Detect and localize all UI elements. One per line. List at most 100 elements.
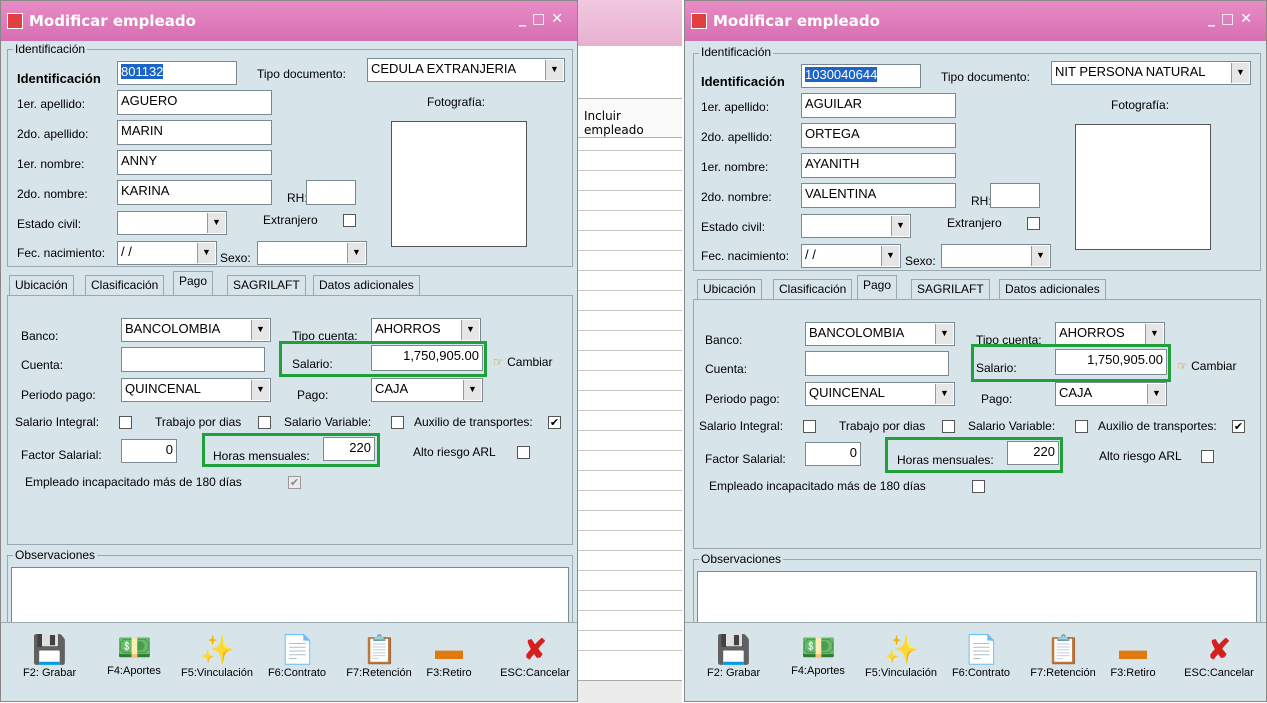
list-row[interactable]: [578, 370, 682, 371]
nombre1-field[interactable]: AYANITH: [801, 153, 956, 178]
window-controls[interactable]: _□✕: [1208, 11, 1258, 27]
photo-frame[interactable]: [1075, 124, 1211, 250]
list-row[interactable]: [578, 190, 682, 191]
fec-nac-field[interactable]: / / ▼: [117, 241, 217, 265]
sexo-select[interactable]: ▼: [257, 241, 367, 265]
list-row[interactable]: [578, 310, 682, 311]
list-row[interactable]: [578, 450, 682, 451]
list-row[interactable]: [578, 210, 682, 211]
list-row[interactable]: [578, 230, 682, 231]
retencion-button[interactable]: 📋 F7:Retención: [1027, 633, 1099, 679]
factor-field[interactable]: 0: [121, 439, 177, 463]
list-row[interactable]: [578, 650, 682, 651]
list-row[interactable]: [578, 550, 682, 551]
list-row[interactable]: [578, 590, 682, 591]
contrato-button[interactable]: 📄 F6:Contrato: [267, 633, 327, 679]
chevron-down-icon[interactable]: ▼: [347, 243, 365, 263]
cancelar-button[interactable]: ✘ ESC:Cancelar: [1179, 633, 1259, 679]
incapacitado-checkbox[interactable]: [972, 480, 985, 493]
pago-select[interactable]: CAJA ▼: [371, 378, 483, 402]
list-row[interactable]: [578, 270, 682, 271]
nombre2-field[interactable]: VALENTINA: [801, 183, 956, 208]
tab-datos-adicionales[interactable]: Datos adicionales: [999, 279, 1106, 299]
grabar-button[interactable]: 💾 F2: Grabar: [23, 633, 76, 679]
banco-select[interactable]: BANCOLOMBIA ▼: [805, 322, 955, 346]
list-row[interactable]: [578, 430, 682, 431]
title-bar[interactable]: Modificar empleado _□✕: [685, 1, 1266, 41]
observaciones-textarea[interactable]: [11, 567, 569, 625]
chevron-down-icon[interactable]: ▼: [463, 380, 481, 400]
sexo-select[interactable]: ▼: [941, 244, 1051, 268]
list-row[interactable]: [578, 510, 682, 511]
banco-select[interactable]: BANCOLOMBIA ▼: [121, 318, 271, 342]
tab-pago[interactable]: Pago: [173, 271, 214, 295]
list-row[interactable]: [578, 470, 682, 471]
list-row[interactable]: [578, 390, 682, 391]
chevron-down-icon[interactable]: ▼: [935, 324, 953, 344]
tipo-doc-select[interactable]: CEDULA EXTRANJERIA ▼: [367, 58, 565, 82]
list-row[interactable]: [578, 490, 682, 491]
retiro-button[interactable]: ▬ F3:Retiro: [1105, 633, 1161, 679]
cancelar-button[interactable]: ✘ ESC:Cancelar: [495, 633, 575, 679]
chevron-down-icon[interactable]: ▼: [251, 380, 269, 400]
fec-nac-field[interactable]: / / ▼: [801, 244, 901, 268]
chevron-down-icon[interactable]: ▼: [1145, 324, 1163, 344]
vinculacion-button[interactable]: ✨ F5:Vinculación: [177, 633, 257, 679]
photo-frame[interactable]: [391, 121, 527, 247]
rh-field[interactable]: [990, 183, 1040, 208]
factor-field[interactable]: 0: [805, 442, 861, 466]
tipo-cuenta-select[interactable]: AHORROS ▼: [1055, 322, 1165, 346]
id-field[interactable]: 1030040644: [801, 64, 921, 88]
chevron-down-icon[interactable]: ▼: [1147, 384, 1165, 404]
apellido2-field[interactable]: ORTEGA: [801, 123, 956, 148]
tab-pago[interactable]: Pago: [857, 275, 898, 299]
list-row[interactable]: [578, 610, 682, 611]
list-row[interactable]: [578, 530, 682, 531]
tipo-doc-select[interactable]: NIT PERSONA NATURAL ▼: [1051, 61, 1251, 85]
list-row[interactable]: [578, 410, 682, 411]
list-header[interactable]: Incluir empleado: [578, 98, 682, 138]
cambiar-button[interactable]: ☞ Cambiar: [493, 355, 552, 369]
chevron-down-icon[interactable]: ▼: [891, 216, 909, 236]
salario-integral-checkbox[interactable]: [803, 420, 816, 433]
window-controls[interactable]: _□✕: [519, 11, 569, 27]
horas-field[interactable]: 220: [1007, 441, 1059, 465]
aportes-button[interactable]: 💵 F4:Aportes: [101, 631, 167, 677]
periodo-select[interactable]: QUINCENAL ▼: [121, 378, 271, 402]
tab-ubicacion[interactable]: Ubicación: [9, 275, 74, 295]
tab-clasificacion[interactable]: Clasificación: [773, 279, 853, 299]
retencion-button[interactable]: 📋 F7:Retención: [343, 633, 415, 679]
list-row[interactable]: [578, 570, 682, 571]
list-row[interactable]: [578, 290, 682, 291]
chevron-down-icon[interactable]: ▼: [251, 320, 269, 340]
tab-ubicacion[interactable]: Ubicación: [697, 279, 762, 299]
id-field[interactable]: 801132: [117, 61, 237, 85]
apellido1-field[interactable]: AGUERO: [117, 90, 272, 115]
tipo-cuenta-select[interactable]: AHORROS ▼: [371, 318, 481, 342]
salario-variable-checkbox[interactable]: [391, 416, 404, 429]
salario-variable-checkbox[interactable]: [1075, 420, 1088, 433]
apellido2-field[interactable]: MARIN: [117, 120, 272, 145]
tab-datos-adicionales[interactable]: Datos adicionales: [313, 275, 420, 295]
apellido1-field[interactable]: AGUILAR: [801, 93, 956, 118]
horas-field[interactable]: 220: [323, 437, 375, 461]
list-row[interactable]: [578, 170, 682, 171]
chevron-down-icon[interactable]: ▼: [881, 246, 899, 266]
salario-integral-checkbox[interactable]: [119, 416, 132, 429]
cuenta-field[interactable]: [121, 347, 265, 372]
chevron-down-icon[interactable]: ▼: [1231, 63, 1249, 83]
trabajo-dias-checkbox[interactable]: [258, 416, 271, 429]
rh-field[interactable]: [306, 180, 356, 205]
auxilio-checkbox[interactable]: ✔: [548, 416, 561, 429]
cambiar-button[interactable]: ☞ Cambiar: [1177, 359, 1236, 373]
chevron-down-icon[interactable]: ▼: [545, 60, 563, 80]
chevron-down-icon[interactable]: ▼: [207, 213, 225, 233]
alto-riesgo-checkbox[interactable]: [1201, 450, 1214, 463]
aportes-button[interactable]: 💵 F4:Aportes: [785, 631, 851, 677]
salario-field[interactable]: 1,750,905.00: [371, 345, 483, 371]
tab-sagrilaft[interactable]: SAGRILAFT: [227, 275, 306, 295]
list-row[interactable]: [578, 250, 682, 251]
tab-clasificacion[interactable]: Clasificación: [85, 275, 165, 295]
incapacitado-checkbox[interactable]: ✔: [288, 476, 301, 489]
observaciones-textarea[interactable]: [697, 571, 1257, 627]
